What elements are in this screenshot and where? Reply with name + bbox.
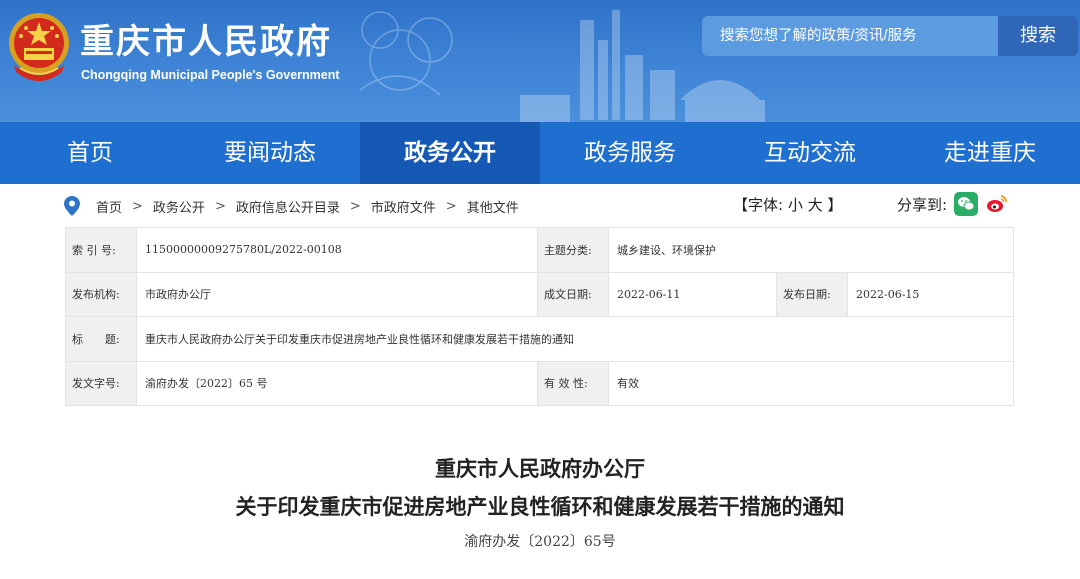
nav-item-news[interactable]: 要闻动态 bbox=[180, 122, 360, 184]
location-pin-icon bbox=[64, 196, 80, 216]
site-header: 重庆市人民政府 Chongqing Municipal People's Gov… bbox=[0, 0, 1080, 122]
title-value: 重庆市人民政府办公厅关于印发重庆市促进房地产业良性循环和健康发展若干措施的通知 bbox=[136, 316, 1014, 362]
breadcrumb-separator: > bbox=[349, 198, 361, 214]
breadcrumb-government-affairs[interactable]: 政务公开 bbox=[153, 197, 205, 216]
document-number-value: 渝府办发〔2022〕65 号 bbox=[136, 360, 538, 406]
site-subtitle: Chongqing Municipal People's Government bbox=[81, 68, 340, 82]
table-row: 发布机构: 市政府办公厅 成文日期: 2022-06-11 发布日期: 2022… bbox=[65, 271, 1014, 317]
search-input[interactable] bbox=[702, 16, 998, 56]
national-emblem-icon bbox=[9, 13, 69, 81]
font-size-control: 【字体: 小 大 】 bbox=[733, 194, 842, 215]
breadcrumb-other-documents[interactable]: 其他文件 bbox=[467, 197, 519, 216]
publish-date-value: 2022-06-15 bbox=[847, 271, 1014, 317]
breadcrumb-info-catalog[interactable]: 政府信息公开目录 bbox=[236, 197, 340, 216]
search-button[interactable]: 搜索 bbox=[998, 16, 1078, 56]
nav-item-government-affairs[interactable]: 政务公开 bbox=[360, 122, 540, 184]
nav-item-home[interactable]: 首页 bbox=[0, 122, 180, 184]
breadcrumb-separator: > bbox=[214, 198, 226, 214]
breadcrumb: 首页 > 政务公开 > 政府信息公开目录 > 市政府文件 > 其他文件 bbox=[64, 192, 519, 220]
share-bar: 分享到: bbox=[897, 192, 1010, 216]
font-size-large-button[interactable]: 大 bbox=[808, 196, 823, 214]
share-label: 分享到: bbox=[897, 195, 948, 214]
wechat-icon[interactable] bbox=[954, 192, 979, 216]
validity-label: 有 效 性: bbox=[537, 360, 609, 406]
weibo-icon[interactable] bbox=[985, 192, 1010, 216]
document-issuer: 重庆市人民政府办公厅 bbox=[435, 456, 645, 481]
font-size-label: 【字体: bbox=[733, 196, 784, 214]
breadcrumb-separator: > bbox=[132, 198, 143, 214]
table-row: 发文字号: 渝府办发〔2022〕65 号 有 效 性: 有效 bbox=[65, 360, 1014, 406]
breadcrumb-municipal-documents[interactable]: 市政府文件 bbox=[371, 197, 436, 216]
font-size-close: 】 bbox=[827, 196, 843, 214]
index-number-value: 11500000009275780L/2022-00108 bbox=[136, 227, 538, 273]
nav-item-about-chongqing[interactable]: 走进重庆 bbox=[900, 122, 1080, 184]
main-nav: 首页 要闻动态 政务公开 政务服务 互动交流 走进重庆 bbox=[0, 122, 1080, 184]
topic-value: 城乡建设、环境保护 bbox=[608, 227, 1014, 273]
document-number: 渝府办发〔2022〕65号 bbox=[464, 534, 616, 550]
index-number-label: 索 引 号: bbox=[65, 227, 137, 273]
breadcrumb-separator: > bbox=[445, 198, 457, 214]
nav-item-services[interactable]: 政务服务 bbox=[540, 122, 720, 184]
document-number-label: 发文字号: bbox=[65, 360, 137, 406]
table-row: 索 引 号: 11500000009275780L/2022-00108 主题分… bbox=[65, 227, 1014, 273]
table-row: 标 题: 重庆市人民政府办公厅关于印发重庆市促进房地产业良性循环和健康发展若干措… bbox=[65, 316, 1014, 362]
title-label: 标 题: bbox=[65, 316, 137, 362]
document-info-table: 索 引 号: 11500000009275780L/2022-00108 主题分… bbox=[65, 227, 1014, 406]
issuing-org-value: 市政府办公厅 bbox=[136, 271, 538, 317]
font-size-small-button[interactable]: 小 bbox=[788, 196, 803, 214]
breadcrumb-home[interactable]: 首页 bbox=[96, 197, 122, 216]
written-date-label: 成文日期: bbox=[537, 271, 609, 317]
nav-item-interaction[interactable]: 互动交流 bbox=[720, 122, 900, 184]
document-title: 关于印发重庆市促进房地产业良性循环和健康发展若干措施的通知 bbox=[235, 494, 845, 519]
validity-value: 有效 bbox=[608, 360, 1014, 406]
site-title: 重庆市人民政府 bbox=[80, 22, 332, 62]
publish-date-label: 发布日期: bbox=[776, 271, 848, 317]
topic-label: 主题分类: bbox=[537, 227, 609, 273]
issuing-org-label: 发布机构: bbox=[65, 271, 137, 317]
written-date-value: 2022-06-11 bbox=[608, 271, 777, 317]
